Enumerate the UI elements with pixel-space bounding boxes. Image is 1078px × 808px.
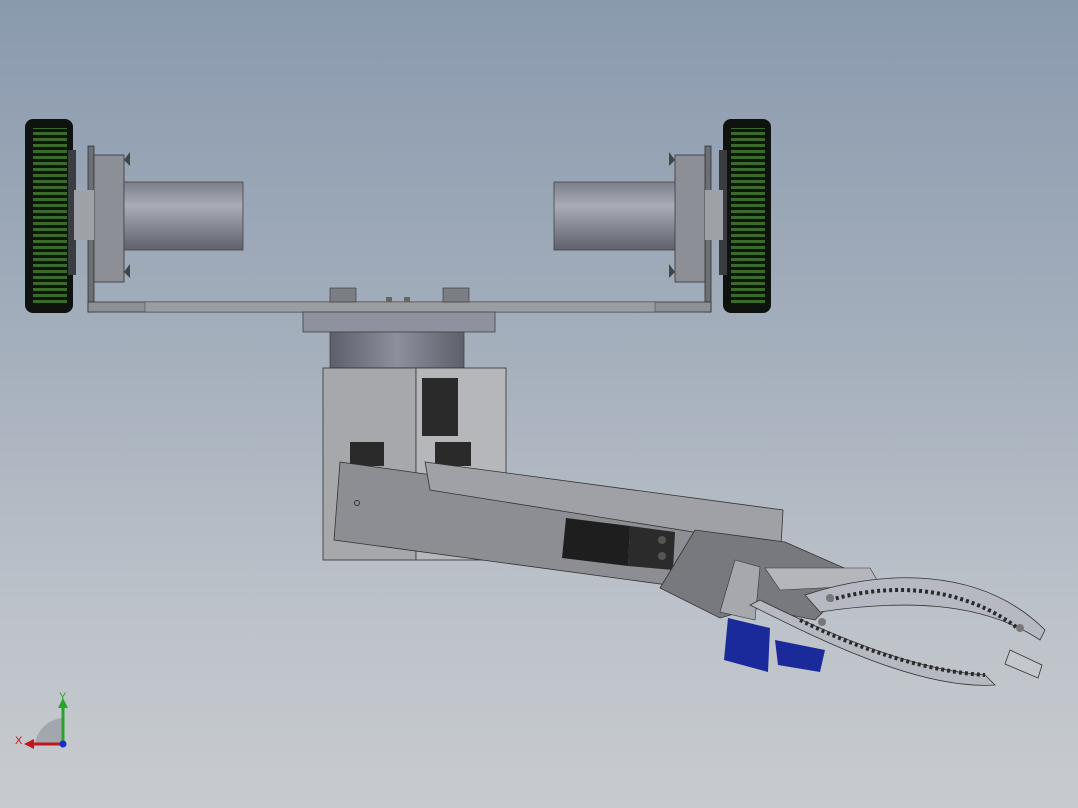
- turret-base[interactable]: [302, 311, 496, 369]
- axis-x-label: X: [15, 735, 23, 747]
- chassis-plate[interactable]: [87, 287, 712, 313]
- right-motor[interactable]: [553, 145, 723, 313]
- left-motor[interactable]: [74, 145, 244, 313]
- graphics-viewport[interactable]: Y X: [0, 0, 1078, 808]
- left-wheel[interactable]: [25, 119, 76, 313]
- model-scene[interactable]: Y X: [0, 0, 1078, 808]
- right-wheel[interactable]: [719, 119, 771, 313]
- axis-triad: Y X: [15, 691, 68, 749]
- axis-y-label: Y: [59, 691, 67, 703]
